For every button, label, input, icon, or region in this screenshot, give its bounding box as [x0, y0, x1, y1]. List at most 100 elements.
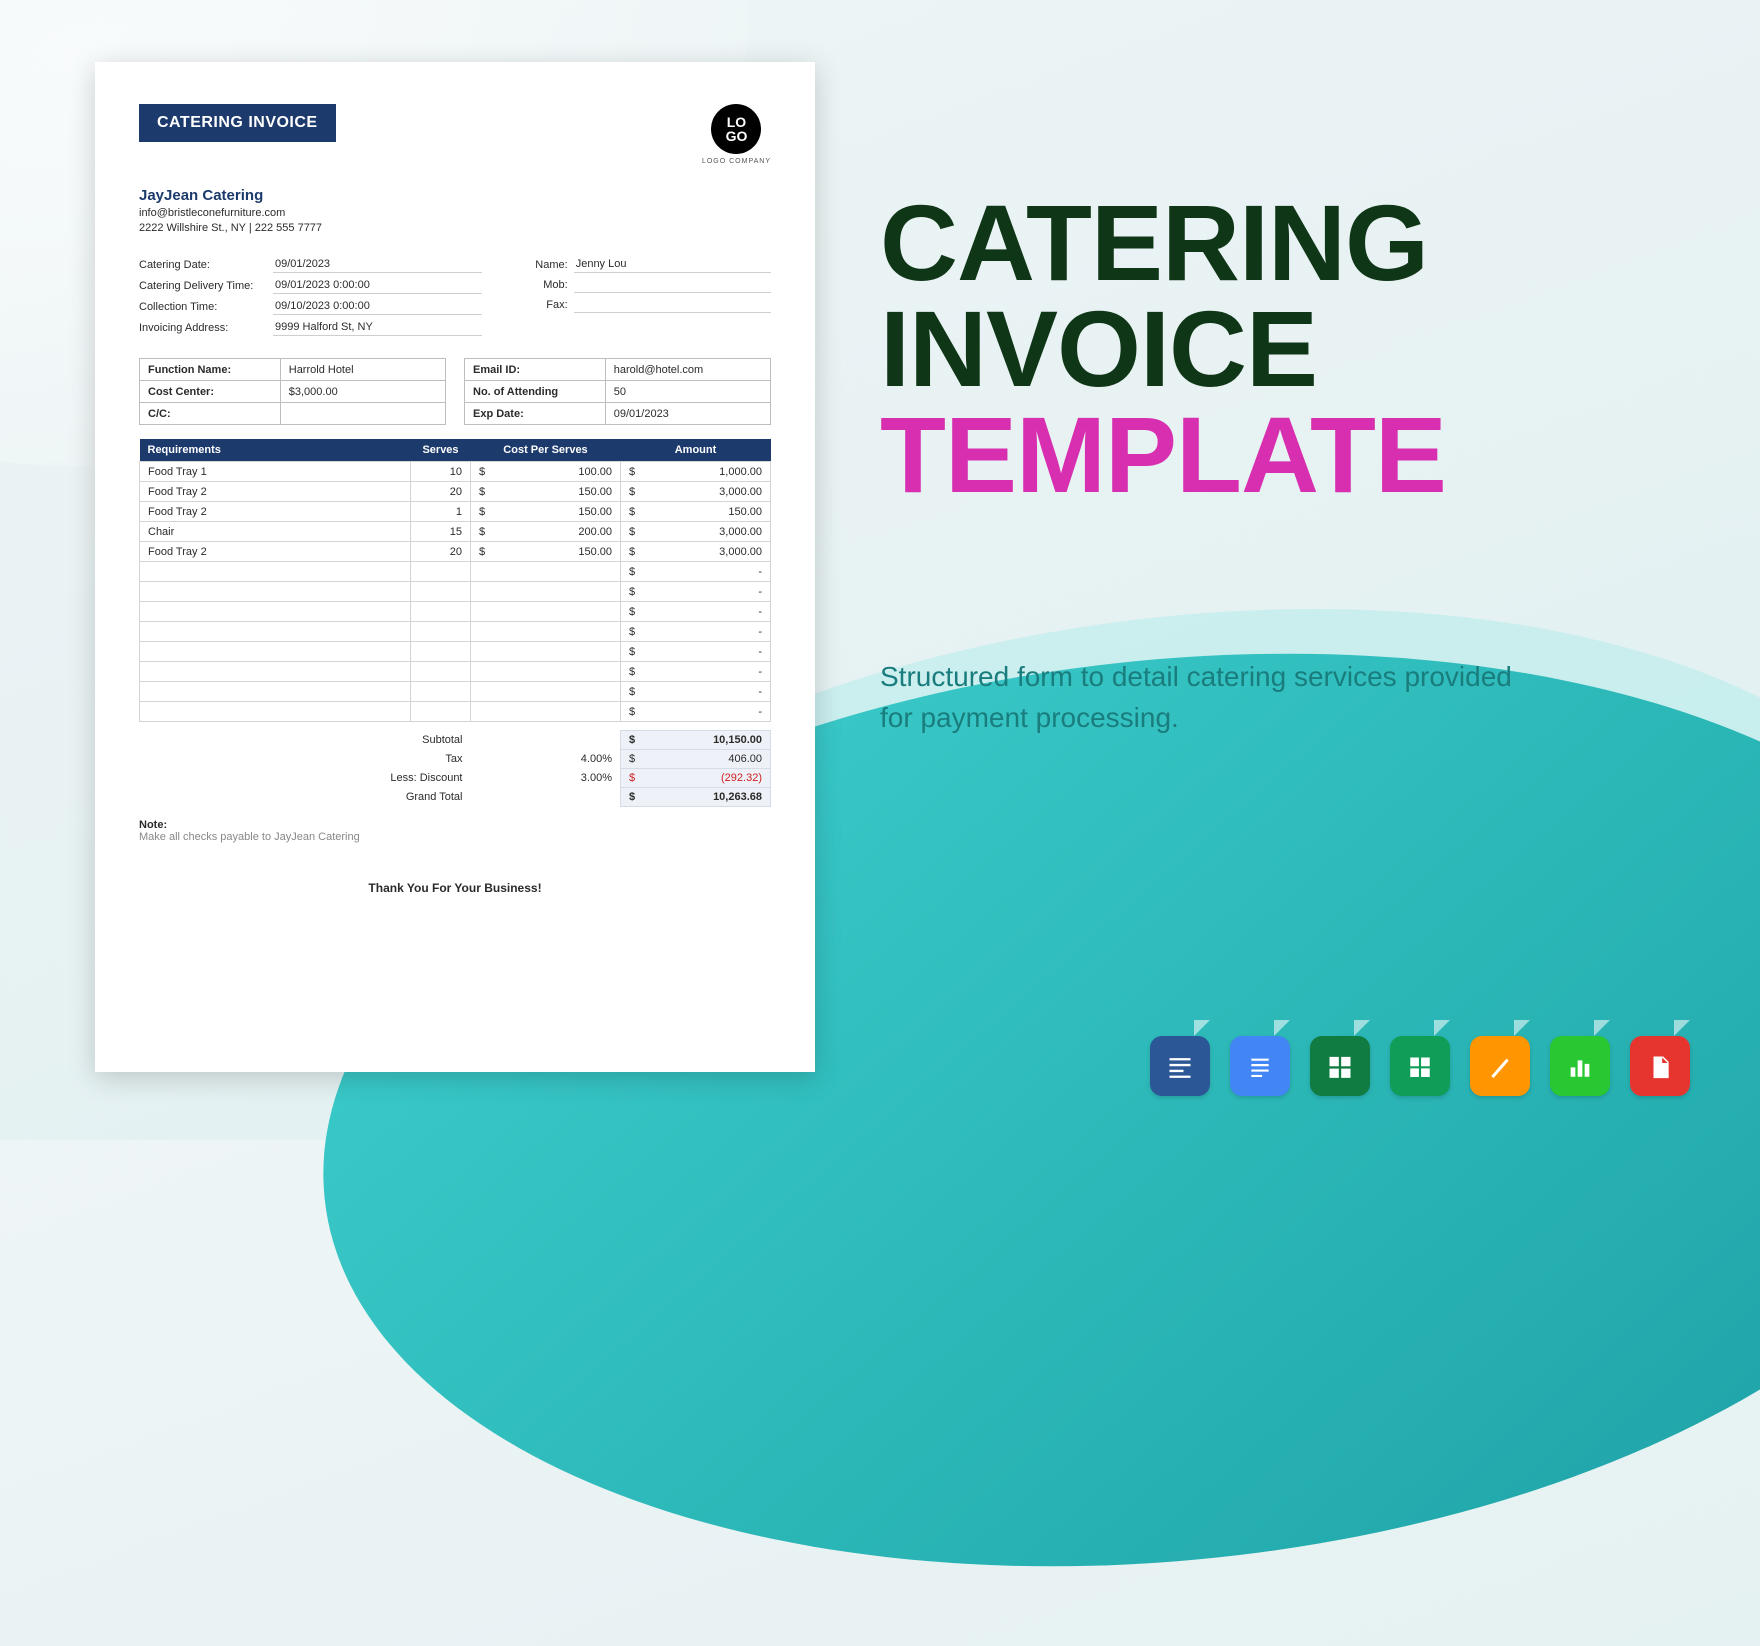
- item-cost-per-serves: $150.00: [471, 502, 621, 522]
- company-logo: LO GO LOGO COMPANY: [702, 104, 771, 165]
- box-value: [280, 403, 445, 425]
- note-text: Make all checks payable to JayJean Cater…: [139, 831, 360, 843]
- info-value: [574, 277, 771, 293]
- table-row: Food Tray 21$150.00$150.00: [140, 502, 771, 522]
- discount-percent: 3.00%: [471, 769, 621, 788]
- item-serves: [411, 682, 471, 702]
- box-row: No. of Attending50: [465, 381, 771, 403]
- items-header-requirements: Requirements: [140, 439, 411, 462]
- contact-box-table: Email ID:harold@hotel.comNo. of Attendin…: [464, 358, 771, 425]
- item-serves: [411, 622, 471, 642]
- item-amount: $-: [621, 702, 771, 722]
- item-cost-per-serves: [471, 702, 621, 722]
- format-google-docs-icon[interactable]: [1230, 1036, 1290, 1096]
- format-pdf-icon[interactable]: [1630, 1036, 1690, 1096]
- tax-label: Tax: [139, 750, 471, 769]
- tax-percent: 4.00%: [471, 750, 621, 769]
- item-requirements: Food Tray 2: [140, 542, 411, 562]
- item-cost-per-serves: [471, 662, 621, 682]
- table-row: $-: [140, 562, 771, 582]
- discount-label: Less: Discount: [139, 769, 471, 788]
- item-cost-per-serves: [471, 602, 621, 622]
- subtotal-value: 10,150.00: [713, 734, 762, 746]
- item-requirements: Food Tray 2: [140, 482, 411, 502]
- info-value: 09/10/2023 0:00:00: [273, 298, 482, 315]
- format-word-icon[interactable]: [1150, 1036, 1210, 1096]
- format-excel-icon[interactable]: [1310, 1036, 1370, 1096]
- item-serves: 1: [411, 502, 471, 522]
- format-google-sheets-icon[interactable]: [1390, 1036, 1450, 1096]
- logo-text-top: LO: [727, 115, 746, 129]
- item-amount: $1,000.00: [621, 462, 771, 482]
- item-requirements: [140, 582, 411, 602]
- item-amount: $3,000.00: [621, 482, 771, 502]
- items-header-serves: Serves: [411, 439, 471, 462]
- item-amount: $-: [621, 602, 771, 622]
- company-address: 2222 Willshire St., NY | 222 555 7777: [139, 222, 771, 234]
- company-name: JayJean Catering: [139, 187, 771, 204]
- info-value: [574, 297, 771, 313]
- info-row: Name:Jenny Lou: [518, 256, 771, 273]
- item-cost-per-serves: [471, 622, 621, 642]
- item-cost-per-serves: [471, 682, 621, 702]
- box-label: Function Name:: [140, 359, 281, 381]
- item-requirements: Food Tray 1: [140, 462, 411, 482]
- info-label: Mob:: [518, 279, 574, 291]
- item-amount: $3,000.00: [621, 522, 771, 542]
- item-amount: $-: [621, 562, 771, 582]
- info-row: Catering Delivery Time:09/01/2023 0:00:0…: [139, 277, 482, 294]
- info-value: 09/01/2023: [273, 256, 482, 273]
- item-cost-per-serves: [471, 582, 621, 602]
- grand-total-label: Grand Total: [139, 788, 471, 807]
- info-row: Mob:: [518, 277, 771, 293]
- item-serves: [411, 582, 471, 602]
- item-requirements: [140, 642, 411, 662]
- info-right-column: Name:Jenny LouMob:Fax:: [518, 256, 771, 340]
- note-block: Note: Make all checks payable to JayJean…: [139, 819, 771, 843]
- table-row: $-: [140, 702, 771, 722]
- format-icons-row: [1150, 1036, 1690, 1096]
- table-row: $-: [140, 642, 771, 662]
- info-label: Catering Date:: [139, 259, 273, 271]
- item-cost-per-serves: [471, 642, 621, 662]
- company-email: info@bristleconefurniture.com: [139, 207, 771, 219]
- info-left-column: Catering Date:09/01/2023 Catering Deliver…: [139, 256, 482, 340]
- title-panel: CATERING INVOICE TEMPLATE Structured for…: [880, 190, 1600, 739]
- subtotal-label: Subtotal: [139, 731, 471, 750]
- table-row: $-: [140, 582, 771, 602]
- item-cost-per-serves: $100.00: [471, 462, 621, 482]
- function-box-table: Function Name:Harrold HotelCost Center:$…: [139, 358, 446, 425]
- box-row: Function Name:Harrold Hotel: [140, 359, 446, 381]
- box-value: 50: [605, 381, 770, 403]
- box-label: C/C:: [140, 403, 281, 425]
- info-row: Catering Date:09/01/2023: [139, 256, 482, 273]
- box-row: Cost Center:$3,000.00: [140, 381, 446, 403]
- title-line-1: CATERING: [880, 182, 1428, 303]
- page-title: CATERING INVOICE TEMPLATE: [880, 190, 1600, 507]
- box-value: harold@hotel.com: [605, 359, 770, 381]
- item-requirements: [140, 602, 411, 622]
- item-requirements: [140, 702, 411, 722]
- note-label: Note:: [139, 819, 771, 831]
- title-line-2: INVOICE: [880, 288, 1317, 409]
- item-amount: $3,000.00: [621, 542, 771, 562]
- box-value: 09/01/2023: [605, 403, 770, 425]
- info-label: Name:: [518, 259, 574, 271]
- box-value: $3,000.00: [280, 381, 445, 403]
- item-cost-per-serves: [471, 562, 621, 582]
- format-pages-icon[interactable]: [1470, 1036, 1530, 1096]
- thank-you-text: Thank You For Your Business!: [139, 881, 771, 895]
- item-amount: $-: [621, 662, 771, 682]
- grand-total-value: 10,263.68: [713, 791, 762, 803]
- box-label: No. of Attending: [465, 381, 606, 403]
- info-value: Jenny Lou: [574, 256, 771, 273]
- box-label: Email ID:: [465, 359, 606, 381]
- info-row: Fax:: [518, 297, 771, 313]
- format-numbers-icon[interactable]: [1550, 1036, 1610, 1096]
- box-value: Harrold Hotel: [280, 359, 445, 381]
- item-serves: 20: [411, 482, 471, 502]
- item-serves: [411, 562, 471, 582]
- table-row: Food Tray 110$100.00$1,000.00: [140, 462, 771, 482]
- item-amount: $150.00: [621, 502, 771, 522]
- info-label: Collection Time:: [139, 301, 273, 313]
